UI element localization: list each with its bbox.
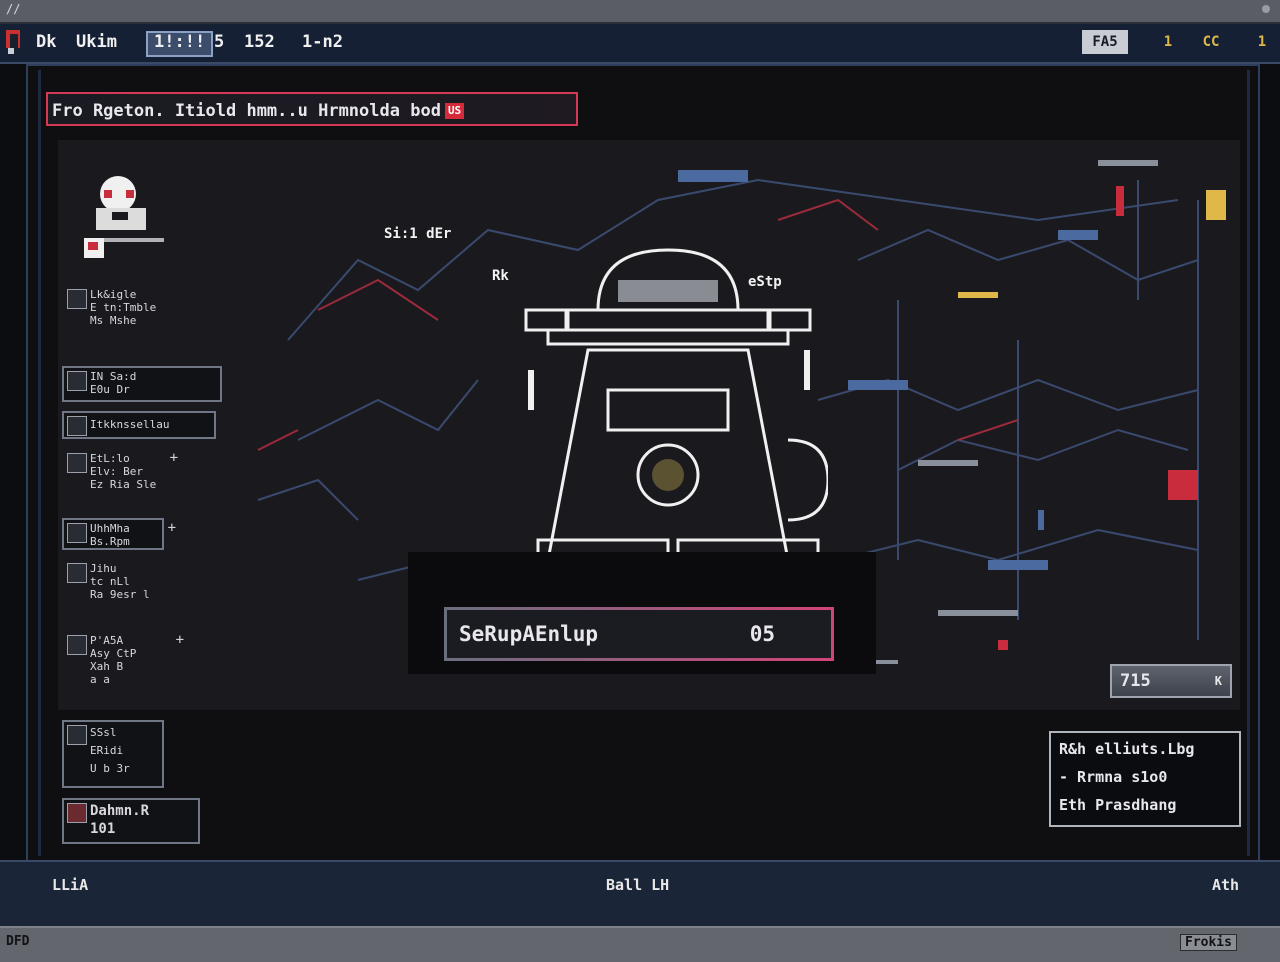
status-bar: DFD Frokis — [0, 926, 1280, 962]
sidebar-item-7-line-4: a a — [90, 673, 110, 686]
item-icon — [67, 563, 87, 583]
sidebar-item-1[interactable]: Lk&igle E tn:Tmble Ms Mshe — [62, 284, 212, 354]
sidebar-item-4[interactable]: EtL:lo Elv: Ber Ez Ria Sle + — [62, 448, 178, 510]
sidebar-item-7-line-1: P'A5A — [90, 634, 124, 647]
item-icon — [67, 635, 87, 655]
window-title: // — [6, 2, 21, 16]
item-icon — [67, 453, 87, 473]
sidebar-item-3-line-1: Itkknssellau — [90, 418, 170, 431]
sidebar-item-6-line-1: Jihu — [90, 562, 117, 575]
mini-window[interactable]: 715 K — [1110, 664, 1232, 698]
info-panel: R&h elliuts.Lbg - Rrmna s1o0 Eth Prasdha… — [1049, 731, 1241, 827]
hud-mode: Dk — [36, 32, 57, 52]
hud-right-button-1[interactable]: FA5 — [1082, 30, 1128, 54]
sidebar-item-5[interactable]: UhhMha Bs.Rpm + — [62, 518, 176, 550]
window-dot-icon[interactable] — [1262, 5, 1270, 13]
hud-label: Ukim — [76, 32, 117, 52]
item-icon — [67, 725, 87, 745]
scene-float-label-2: Rk — [492, 268, 509, 284]
objective-text: Fro Rgeton. Itiold hmm..u Hrmnolda bod — [52, 101, 441, 121]
bottom-right-label[interactable]: Ath — [1212, 876, 1239, 894]
character-portrait-icon — [84, 176, 164, 258]
info-line-1: R&h elliuts.Lbg — [1059, 740, 1195, 758]
dialog-text: SeRupAEnlup — [459, 622, 599, 646]
sidebar-item-7-line-3: Xah B — [90, 660, 124, 673]
hud-right-button-3[interactable]: CC — [1198, 30, 1224, 54]
window-titlebar: // — [0, 0, 1280, 24]
item-icon — [67, 289, 87, 309]
item-icon — [67, 416, 87, 436]
status-button[interactable]: Frokis — [1180, 934, 1237, 951]
close-icon[interactable]: K — [1215, 666, 1222, 696]
sidebar-item-8[interactable]: SSsl ERidi U b 3r — [62, 720, 164, 788]
dialog-value: 05 — [749, 622, 775, 646]
bottom-left-label[interactable]: LLiA — [52, 876, 88, 894]
top-hud: Dk Ukim 1!:!! 5 152 1-n2 FA5 1 CC 1 — [0, 24, 1280, 64]
item-icon — [67, 371, 87, 391]
sidebar-item-9-line-1: Dahmn.R — [90, 803, 150, 819]
sidebar-item-1-line-2: E tn:Tmble — [90, 301, 157, 314]
scene-float-label-1: Si:1 dEr — [384, 226, 452, 242]
hud-right-button-2[interactable]: 1 — [1156, 30, 1180, 54]
item-icon — [67, 803, 87, 823]
dialog-box[interactable]: SeRupAEnlup 05 — [444, 607, 834, 661]
info-line-3: Eth Prasdhang — [1059, 796, 1177, 814]
sidebar-item-6[interactable]: Jihu tc nLl Ra 9esr l — [62, 558, 178, 616]
sidebar-item-5-line-2: Bs.Rpm — [90, 535, 130, 548]
info-line-2: - Rrmna s1o0 — [1059, 768, 1168, 786]
hud-stat-b: 152 — [244, 32, 275, 52]
hud-right-button-4[interactable]: 1 — [1250, 30, 1274, 54]
sidebar-item-2[interactable]: IN Sa:d E0u Dr — [62, 366, 222, 402]
sidebar-item-6-line-2: tc nLl — [90, 575, 130, 588]
status-left: DFD — [6, 934, 30, 949]
sidebar-item-4-line-2: Elv: Ber — [90, 465, 143, 478]
add-icon[interactable]: + — [170, 451, 178, 465]
add-icon[interactable]: + — [176, 633, 184, 647]
sidebar-item-7[interactable]: P'A5A Asy CtP Xah B a a + — [62, 630, 184, 706]
sidebar-item-9-line-2: 101 — [90, 821, 116, 837]
scene-float-label-3: eStp — [748, 274, 782, 290]
sidebar-item-6-line-3: Ra 9esr l — [90, 588, 150, 601]
hud-stat-c: 1-n2 — [302, 32, 343, 52]
hud-stat-a: 5 — [214, 32, 225, 52]
sidebar-item-8-line-2: ERidi — [90, 744, 124, 757]
objective-badge: US — [444, 103, 465, 119]
sidebar-item-1-line-3: Ms Mshe — [90, 314, 137, 327]
sidebar-item-4-line-3: Ez Ria Sle — [90, 478, 157, 491]
hud-box[interactable]: 1!:!! — [146, 31, 214, 57]
sidebar-item-2-line-2: E0u Dr — [90, 383, 130, 396]
mini-window-text: 715 — [1120, 671, 1151, 691]
robot-machine-sprite — [524, 248, 828, 568]
sidebar-item-3[interactable]: Itkknssellau — [62, 411, 216, 439]
bottom-bar: LLiA Ball LH Ath — [0, 860, 1280, 926]
bottom-center-label[interactable]: Ball LH — [606, 876, 669, 894]
add-icon[interactable]: + — [168, 521, 176, 535]
sidebar-item-4-line-1: EtL:lo — [90, 452, 130, 465]
sidebar-item-8-line-1: SSsl — [90, 726, 117, 739]
objective-banner: Fro Rgeton. Itiold hmm..u Hrmnolda bod US — [46, 92, 578, 126]
item-icon — [67, 523, 87, 543]
sidebar-item-7-line-2: Asy CtP — [90, 647, 137, 660]
sidebar-item-1-line-1: Lk&igle — [90, 288, 137, 301]
sidebar-item-2-line-1: IN Sa:d — [90, 370, 137, 383]
game-logo-icon — [6, 30, 20, 54]
sidebar-item-5-line-1: UhhMha — [90, 522, 130, 535]
sidebar-item-9[interactable]: Dahmn.R 101 — [62, 798, 200, 844]
sidebar-item-8-line-3: U b 3r — [90, 762, 130, 775]
